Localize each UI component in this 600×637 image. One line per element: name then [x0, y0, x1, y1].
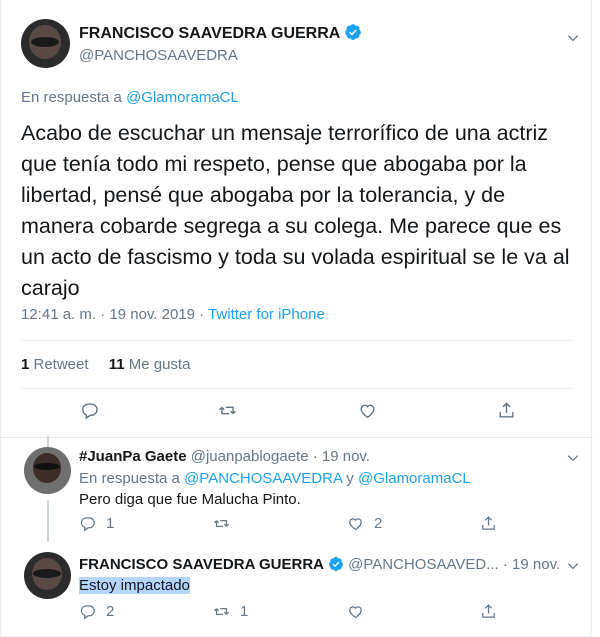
reply-context: En respuesta a @PANCHOSAAVEDRA y @Glamor…: [79, 470, 471, 487]
retweet-label: Retweet: [29, 356, 89, 373]
reply-prefix: En respuesta a: [21, 89, 127, 106]
tweet-time[interactable]: 12:41 a. m. · 19 nov. 2019 ·: [21, 306, 208, 323]
like-icon: [360, 404, 375, 419]
reply-button[interactable]: [80, 401, 99, 420]
like-icon: [349, 518, 362, 531]
tweet-meta: 12:41 a. m. · 19 nov. 2019 · Twitter for…: [21, 306, 325, 323]
reply-header: #JuanPa Gaete @juanpablogaete · 19 nov.: [79, 448, 370, 465]
thread-line: [47, 436, 49, 447]
like-count: 11: [108, 356, 125, 373]
reply-to-link[interactable]: @GlamoramaCL: [126, 89, 239, 106]
reply-text: Estoy impactado: [79, 577, 190, 594]
author-handle[interactable]: @PANCHOSAAVEDRA: [79, 47, 238, 64]
like-icon: [349, 606, 362, 619]
like-count: 2: [374, 515, 383, 532]
reply-count: 2: [106, 603, 115, 620]
tweet-source[interactable]: Twitter for iPhone: [208, 306, 325, 323]
like-button[interactable]: [358, 401, 377, 420]
retweet-button[interactable]: 1: [213, 603, 248, 620]
like-stat[interactable]: 11 Me gusta: [109, 356, 191, 373]
avatar[interactable]: [24, 552, 71, 599]
retweet-icon: [213, 520, 230, 527]
retweet-count: 1: [240, 603, 249, 620]
retweet-icon: [213, 608, 230, 615]
avatar[interactable]: [21, 19, 70, 68]
reply-prefix: En respuesta a: [79, 470, 185, 487]
share-icon: [482, 516, 495, 530]
reply-to-link[interactable]: @GlamoramaCL: [358, 470, 471, 487]
tweet-thread: FRANCISCO SAAVEDRA GUERRA @PANCHOSAAVEDR…: [0, 0, 593, 637]
reply-header: FRANCISCO SAAVEDRA GUERRA @PANCHOSAAVED.…: [79, 556, 560, 573]
like-label: Me gusta: [124, 356, 191, 373]
selected-text: Estoy impactado: [79, 577, 190, 594]
reply-handle-date[interactable]: @juanpablogaete · 19 nov.: [187, 448, 370, 465]
reply-icon: [80, 605, 95, 620]
reply-author-name[interactable]: FRANCISCO SAAVEDRA GUERRA: [79, 556, 324, 573]
avatar[interactable]: [24, 447, 71, 494]
chevron-down-icon[interactable]: [566, 31, 580, 45]
retweet-stat[interactable]: 1 Retweet: [21, 356, 89, 373]
share-button[interactable]: [497, 401, 516, 420]
tweet-text: Acabo de escuchar un mensaje terrorífico…: [21, 121, 570, 300]
retweet-button[interactable]: [218, 401, 237, 420]
share-icon: [482, 604, 495, 618]
main-tweet: FRANCISCO SAAVEDRA GUERRA @PANCHOSAAVEDR…: [1, 0, 593, 438]
reply-count: 1: [106, 515, 115, 532]
divider: [21, 340, 573, 341]
chevron-down-icon[interactable]: [566, 451, 580, 465]
chevron-down-icon[interactable]: [566, 559, 580, 573]
thread-line: [47, 500, 49, 542]
author-name-text[interactable]: FRANCISCO SAAVEDRA GUERRA: [79, 25, 340, 42]
reply-joiner: y: [342, 470, 358, 487]
reply-author-name[interactable]: #JuanPa Gaete: [79, 448, 187, 465]
share-button[interactable]: [480, 515, 497, 532]
reply-handle-date[interactable]: @PANCHOSAAVED... · 19 nov.: [344, 556, 560, 573]
reply-icon: [82, 403, 98, 420]
share-icon: [499, 402, 514, 418]
verified-badge-icon: [329, 557, 344, 571]
divider: [21, 388, 573, 389]
author-name[interactable]: FRANCISCO SAAVEDRA GUERRA: [79, 23, 362, 43]
reply-text: Pero diga que fue Malucha Pinto.: [79, 491, 301, 508]
reply-button[interactable]: 1: [79, 515, 114, 532]
reply-button[interactable]: 2: [79, 603, 114, 620]
retweet-icon: [219, 406, 236, 415]
like-button[interactable]: [347, 603, 374, 620]
tweet-stats: 1 Retweet 11 Me gusta: [21, 356, 190, 373]
retweet-button[interactable]: [213, 515, 240, 532]
reply-to-link[interactable]: @PANCHOSAAVEDRA: [184, 470, 342, 487]
verified-badge-icon: [345, 24, 362, 40]
reply-icon: [80, 517, 95, 532]
like-button[interactable]: 2: [347, 515, 382, 532]
share-button[interactable]: [480, 603, 497, 620]
reply-context: En respuesta a @GlamoramaCL: [21, 89, 239, 106]
